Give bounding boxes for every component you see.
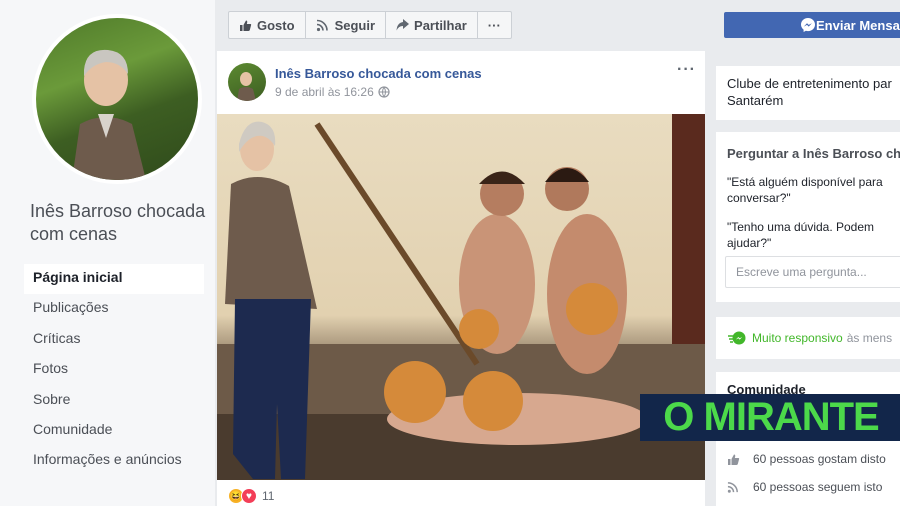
page-nav: Página inicial Publicações Críticas Foto… <box>24 264 204 477</box>
post-author-name[interactable]: Inês Barroso chocada com cenas <box>275 66 482 81</box>
profile-avatar[interactable] <box>32 14 202 184</box>
globe-icon <box>378 86 390 98</box>
nav-community[interactable]: Comunidade <box>24 416 204 446</box>
like-label: Gosto <box>257 17 295 33</box>
ask-title: Perguntar a Inês Barroso cho <box>727 146 900 161</box>
ask-question-input[interactable]: Escreve uma pergunta... <box>725 256 900 288</box>
like-button[interactable]: Gosto <box>229 12 306 38</box>
thumbs-up-icon <box>240 20 252 31</box>
more-options-icon: ··· <box>487 17 501 33</box>
post-options-button[interactable]: ··· <box>677 61 696 79</box>
nav-info-ads[interactable]: Informações e anúncios <box>24 446 204 476</box>
page-action-bar: Gosto Seguir Partilhar ··· <box>228 11 512 39</box>
nav-photos[interactable]: Fotos <box>24 355 204 385</box>
woman-figure <box>225 121 317 479</box>
suggested-question-2[interactable]: "Tenho uma dúvida. Podem ajudar?" <box>727 219 900 251</box>
thumbs-up-icon <box>728 454 740 465</box>
page-title: Inês Barroso chocada com cenas <box>30 201 206 244</box>
post-date-text: 9 de abril às 16:26 <box>275 85 374 99</box>
responsive-label: Muito responsivo <box>752 331 843 345</box>
reaction-count: 11 <box>262 489 275 503</box>
ask-question-card: Perguntar a Inês Barroso cho "Está algué… <box>716 132 900 302</box>
post-reactions[interactable]: 😆 ♥ 11 <box>228 488 274 504</box>
post-photo[interactable] <box>217 114 705 480</box>
responsive-suffix: às mens <box>846 331 893 345</box>
likes-stat[interactable]: 60 pessoas gostam disto <box>727 452 886 466</box>
post-author-avatar[interactable] <box>228 63 266 101</box>
follows-stat[interactable]: 60 pessoas seguem isto <box>727 480 882 494</box>
post-photo-scene <box>217 114 705 480</box>
nav-about[interactable]: Sobre <box>24 386 204 416</box>
likes-text: 60 pessoas gostam disto <box>753 452 886 466</box>
suggested-question-1[interactable]: "Está alguém disponível para conversar?" <box>727 174 900 206</box>
nav-reviews[interactable]: Críticas <box>24 325 204 355</box>
rss-follow-icon <box>727 481 738 493</box>
rss-follow-icon <box>316 19 328 31</box>
messenger-badge-icon <box>728 331 746 345</box>
messenger-icon <box>801 18 815 32</box>
share-arrow-icon <box>396 19 410 31</box>
follow-label: Seguir <box>334 17 376 33</box>
follow-button[interactable]: Seguir <box>306 12 387 38</box>
post-card: Inês Barroso chocada com cenas 9 de abri… <box>217 51 705 506</box>
profile-photo-figure <box>72 49 146 180</box>
post-avatar-figure <box>237 72 256 101</box>
o-mirante-logo: O MIRANTE <box>640 394 900 441</box>
nav-posts[interactable]: Publicações <box>24 294 204 324</box>
post-timestamp[interactable]: 9 de abril às 16:26 <box>275 85 390 99</box>
left-column: Inês Barroso chocada com cenas Página in… <box>0 0 215 506</box>
send-message-button[interactable]: Enviar Mensa <box>724 12 900 38</box>
about-card: Clube de entretenimento par Santarém <box>716 66 900 120</box>
follows-text: 60 pessoas seguem isto <box>753 480 883 494</box>
responsiveness-card: Muito responsivo às mens <box>716 317 900 359</box>
more-options-button[interactable]: ··· <box>478 12 511 38</box>
love-reaction-icon: ♥ <box>241 488 257 504</box>
page-category[interactable]: Clube de entretenimento par Santarém <box>727 76 892 108</box>
share-button[interactable]: Partilhar <box>386 12 478 38</box>
share-label: Partilhar <box>414 17 467 33</box>
profile-photo <box>36 18 198 180</box>
nav-home[interactable]: Página inicial <box>24 264 204 295</box>
